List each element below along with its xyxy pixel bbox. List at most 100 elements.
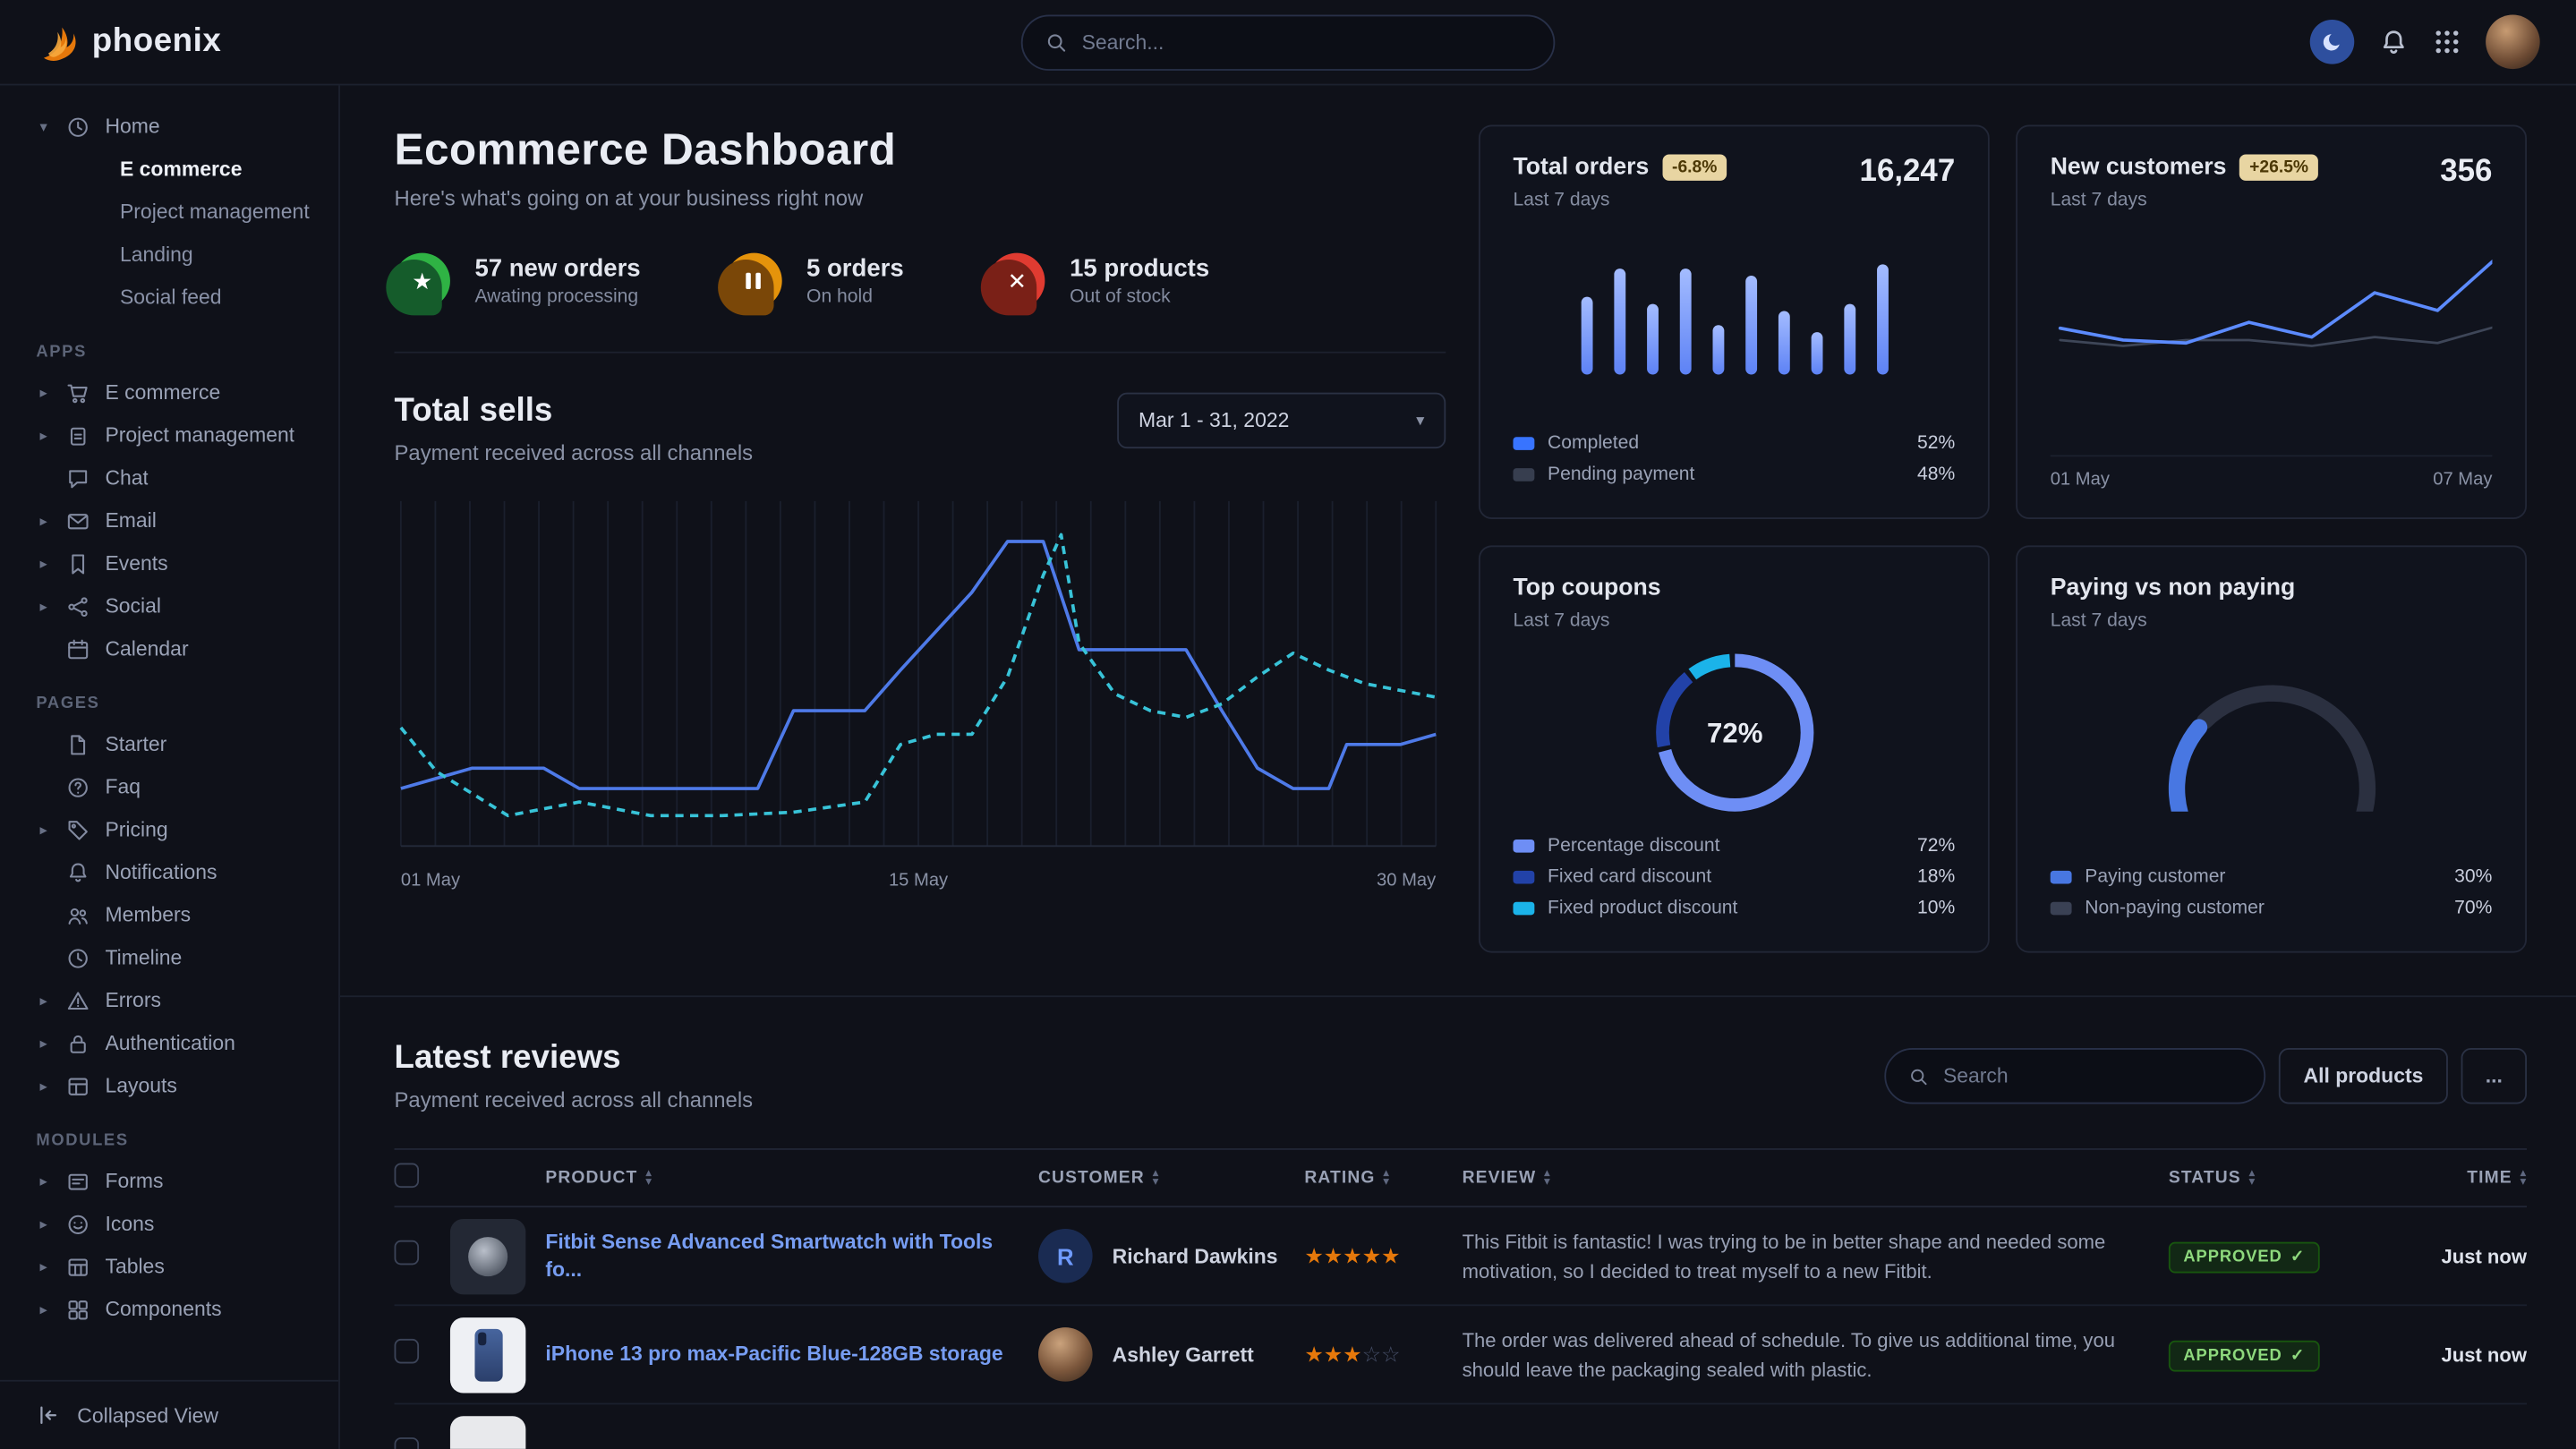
rating: ★★★☆☆ [1304, 1340, 1462, 1369]
cart-icon [65, 380, 90, 405]
orders-bar-chart [1562, 224, 1906, 385]
sidebar-subitem-project-management[interactable]: Project management [0, 191, 338, 234]
column-header-customer[interactable]: CUSTOMER▴▾ [1038, 1168, 1304, 1188]
new-customers-badge: +26.5% [2239, 155, 2318, 181]
sidebar-item-events[interactable]: ▸Events [0, 542, 338, 585]
sidebar-item-home[interactable]: ▾Home [0, 105, 338, 148]
row-checkbox[interactable] [395, 1436, 420, 1449]
customer-avatar [1038, 1327, 1093, 1382]
all-products-button[interactable]: All products [2279, 1048, 2448, 1104]
total-sells-title: Total sells [395, 393, 754, 430]
sidebar-item-starter[interactable]: Starter [0, 723, 338, 766]
navbar-actions [2310, 15, 2540, 70]
search-icon [1909, 1065, 1928, 1087]
x-tick-label: 01 May [2051, 470, 2110, 490]
paying-legend: Paying customer30%Non-paying customer70% [2051, 861, 2493, 924]
sidebar-section-apps: APPS [0, 344, 338, 362]
sidebar-subitem-e-commerce[interactable]: E commerce [0, 148, 338, 191]
product-image[interactable] [450, 1415, 525, 1449]
icons-icon [65, 1212, 90, 1237]
sidebar-item-layouts[interactable]: ▸Layouts [0, 1064, 338, 1107]
sidebar-item-timeline[interactable]: Timeline [0, 936, 338, 979]
product-link[interactable]: Fitbit Sense Advanced Smartwatch with To… [545, 1228, 1038, 1283]
row-checkbox[interactable] [395, 1338, 420, 1363]
status-badge: APPROVED ✓ [2169, 1241, 2320, 1273]
sort-icon: ▴▾ [2249, 1170, 2256, 1186]
sidebar-item-icons[interactable]: ▸Icons [0, 1203, 338, 1246]
sidebar-item-authentication[interactable]: ▸Authentication [0, 1022, 338, 1065]
sidebar-item-faq[interactable]: Faq [0, 765, 338, 808]
sidebar-item-email[interactable]: ▸Email [0, 499, 338, 542]
sidebar-item-forms[interactable]: ▸Forms [0, 1160, 338, 1203]
column-header-time[interactable]: TIME▴▾ [2379, 1168, 2527, 1188]
theme-toggle-button[interactable] [2310, 20, 2355, 64]
sort-icon: ▴▾ [1153, 1170, 1159, 1186]
stat-caption: Out of stock [1070, 287, 1209, 307]
sidebar-subitem-social-feed[interactable]: Social feed [0, 276, 338, 319]
sidebar-item-members[interactable]: Members [0, 894, 338, 937]
column-header-product[interactable]: PRODUCT▴▾ [545, 1168, 1038, 1188]
latest-reviews-subtitle: Payment received across all channels [395, 1087, 754, 1112]
sort-icon: ▴▾ [1544, 1170, 1550, 1186]
legend-swatch [2051, 901, 2072, 915]
caret-icon: ▸ [36, 1215, 51, 1232]
apps-grid-icon [2433, 28, 2461, 55]
collapsed-view-button[interactable]: Collapsed View [0, 1380, 338, 1449]
sidebar-item-notifications[interactable]: Notifications [0, 851, 338, 894]
sidebar-item-social[interactable]: ▸Social [0, 584, 338, 627]
sidebar-item-project-management[interactable]: ▸Project management [0, 414, 338, 457]
date-range-select[interactable]: Mar 1 - 31, 2022 ▾ [1117, 393, 1446, 448]
sidebar-item-errors[interactable]: ▸Errors [0, 979, 338, 1022]
new-customers-card: New customers +26.5% Last 7 days 356 01 … [2016, 124, 2527, 519]
x-icon: ✕ [989, 253, 1045, 309]
reviews-search[interactable] [1884, 1048, 2265, 1104]
star-icon: ★ [1362, 1243, 1381, 1268]
app-root: phoenix ▾HomeE commerceProject managemen… [0, 0, 2576, 1449]
global-search[interactable] [1021, 15, 1556, 71]
search-input[interactable] [1082, 31, 1531, 55]
sidebar-item-tables[interactable]: ▸Tables [0, 1245, 338, 1288]
sidebar-item-calendar[interactable]: Calendar [0, 627, 338, 670]
reviews-table-header: PRODUCT▴▾CUSTOMER▴▾RATING▴▾REVIEW▴▾STATU… [395, 1148, 2527, 1207]
customer-cell: RRichard Dawkins [1038, 1229, 1304, 1283]
new-customers-title: New customers [2051, 155, 2227, 181]
sidebar-item-pricing[interactable]: ▸Pricing [0, 808, 338, 851]
reviews-table: PRODUCT▴▾CUSTOMER▴▾RATING▴▾REVIEW▴▾STATU… [395, 1148, 2527, 1449]
select-all-checkbox[interactable] [395, 1163, 420, 1189]
sidebar-item-components[interactable]: ▸Components [0, 1288, 338, 1331]
row-checkbox[interactable] [395, 1240, 420, 1265]
column-header-review[interactable]: REVIEW▴▾ [1463, 1168, 2169, 1188]
column-header-rating[interactable]: RATING▴▾ [1304, 1168, 1462, 1188]
total-orders-badge: -6.8% [1662, 155, 1727, 181]
clock-icon [65, 945, 90, 970]
product-image[interactable] [450, 1317, 525, 1392]
customers-line-chart-wrap [2051, 224, 2493, 398]
sidebar-item-e-commerce[interactable]: ▸E commerce [0, 371, 338, 414]
reviews-search-input[interactable] [1943, 1064, 2241, 1087]
user-avatar[interactable] [2486, 15, 2540, 70]
apps-grid-button[interactable] [2433, 28, 2461, 55]
reviews-controls: All products ... [1884, 1048, 2527, 1104]
column-header-status[interactable]: STATUS▴▾ [2169, 1168, 2379, 1188]
stat-caption: Awating processing [474, 287, 640, 307]
sidebar-section-pages: PAGES [0, 695, 338, 712]
screen: phoenix ▾HomeE commerceProject managemen… [0, 0, 2576, 1449]
notifications-button[interactable] [2379, 27, 2409, 56]
svg-text:15 May: 15 May [889, 870, 949, 890]
product-image[interactable] [450, 1218, 525, 1293]
sidebar-subitem-landing[interactable]: Landing [0, 234, 338, 277]
top-coupons-card: Top coupons Last 7 days 72% Percentage d… [1479, 545, 1990, 952]
coupons-donut-chart: 72% [1645, 644, 1822, 822]
product-link[interactable]: iPhone 13 pro max-Pacific Blue-128GB sto… [545, 1341, 1038, 1368]
latest-reviews-title: Latest reviews [395, 1040, 754, 1078]
brand[interactable]: phoenix [36, 21, 221, 64]
alert-icon [65, 988, 90, 1013]
total-orders-card: Total orders -6.8% Last 7 days 16,247 Co… [1479, 124, 1990, 519]
clipboard-icon [65, 423, 90, 448]
sidebar-item-chat[interactable]: Chat [0, 456, 338, 499]
mail-icon [65, 508, 90, 533]
reviews-table-body: Fitbit Sense Advanced Smartwatch with To… [395, 1207, 2527, 1449]
more-options-button[interactable]: ... [2461, 1048, 2527, 1104]
star-icon: ★ [1324, 1243, 1343, 1268]
customers-line-chart [2051, 224, 2493, 398]
